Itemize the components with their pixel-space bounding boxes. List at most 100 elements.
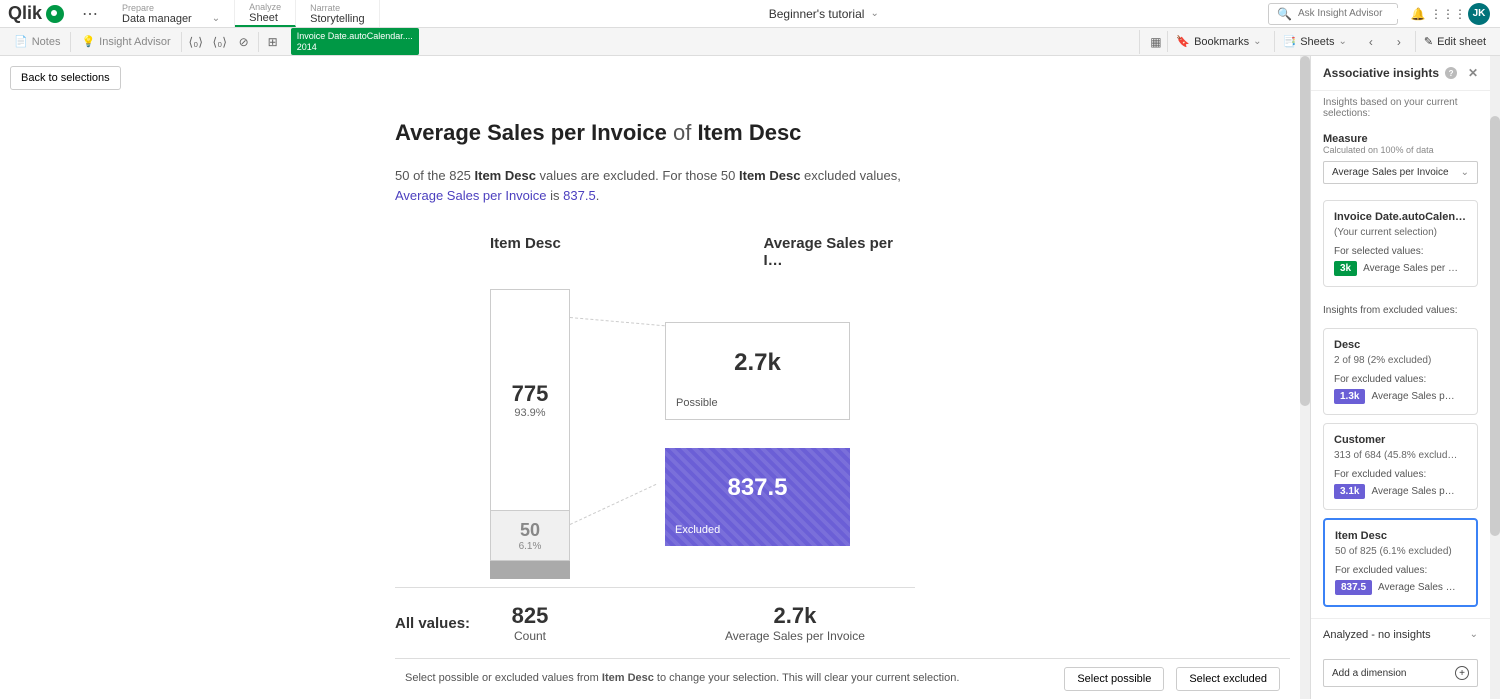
chevron-down-icon: ⌄ [1470, 629, 1478, 641]
tab-label: Analyze [249, 2, 281, 12]
clear-selections-icon[interactable]: ⊘ [232, 30, 256, 54]
bar-percent: 93.9% [514, 407, 545, 419]
tab-analyze[interactable]: Analyze Sheet [235, 0, 296, 27]
logo-text: Qlik [8, 3, 42, 24]
possible-box[interactable]: 2.7k Possible [665, 322, 850, 420]
card-title: Customer [1334, 434, 1467, 446]
sidepanel-scrollbar[interactable] [1490, 56, 1500, 699]
card-for: For excluded values: [1335, 565, 1466, 576]
edit-sheet-button[interactable]: ✎ Edit sheet [1415, 31, 1494, 52]
value: 825 [490, 603, 570, 629]
card-title: Desc [1334, 339, 1467, 351]
chart-header-measure: Average Sales per I… [763, 235, 915, 269]
select-possible-button[interactable]: Select possible [1064, 667, 1164, 691]
tab-prepare[interactable]: Prepare Data manager⌄ [108, 0, 235, 27]
add-label: Add a dimension [1332, 668, 1407, 679]
value-badge: 837.5 [1335, 580, 1372, 595]
insight-card-item-desc[interactable]: Item Desc 50 of 825 (6.1% excluded) For … [1323, 518, 1478, 607]
toolbar: 📄 Notes 💡 Insight Advisor ⟨₀⟩ ⟨₀⟩ ⊘ ⊞ In… [0, 28, 1500, 56]
title-text: Beginner's tutorial [769, 7, 865, 21]
toolbar-right: ▦ 🔖 Bookmarks ⌄ 📑 Sheets ⌄ ‹ › ✎ Edit sh… [1139, 30, 1494, 54]
card-sub: 50 of 825 (6.1% excluded) [1335, 546, 1466, 557]
insight-card-desc[interactable]: Desc 2 of 98 (2% excluded) For excluded … [1323, 328, 1478, 415]
card-sub: 313 of 684 (45.8% exclud… [1334, 450, 1467, 461]
box-value: 2.7k [676, 349, 839, 377]
card-sub: (Your current selection) [1334, 227, 1467, 238]
close-icon[interactable]: ✕ [1468, 66, 1478, 80]
value-badge: 3.1k [1334, 484, 1365, 499]
smart-search-icon[interactable]: ⊞ [261, 30, 285, 54]
footer-text: Select possible or excluded values from … [405, 671, 1052, 686]
insight-card-current[interactable]: Invoice Date.autoCalen… (Your current se… [1323, 200, 1478, 287]
box-label: Excluded [675, 524, 840, 536]
sheets-button[interactable]: 📑 Sheets ⌄ [1274, 31, 1355, 52]
associative-insights-panel: Associative insights ? ✕ Insights based … [1310, 56, 1490, 699]
nav-tabs: Prepare Data manager⌄ Analyze Sheet Narr… [108, 0, 380, 27]
tab-value: Storytelling [310, 13, 364, 25]
excluded-box[interactable]: 837.5 Excluded [665, 448, 850, 546]
avatar[interactable]: JK [1468, 3, 1490, 25]
tab-value: Data manager⌄ [122, 13, 220, 25]
bell-icon[interactable]: 🔔 [1408, 4, 1428, 24]
content-scrollbar[interactable] [1300, 56, 1310, 699]
grid-icon[interactable]: ⋮⋮⋮ [1438, 4, 1458, 24]
add-dimension-button[interactable]: Add a dimension + [1323, 659, 1478, 687]
search-icon: 🔍 [1277, 7, 1292, 21]
app-title[interactable]: Beginner's tutorial ⌄ [380, 7, 1268, 21]
connector-line [570, 317, 665, 326]
analyzed-row[interactable]: Analyzed - no insights ⌄ [1311, 618, 1490, 651]
assets-icon[interactable]: ▦ [1139, 30, 1163, 54]
all-values-row: All values: 825 Count 2.7k Average Sales… [395, 603, 915, 643]
more-icon[interactable]: ⋯ [72, 4, 108, 24]
logo[interactable]: Qlik [0, 3, 72, 24]
all-count: 825 Count [490, 603, 570, 643]
panel-header: Associative insights ? ✕ [1311, 56, 1490, 91]
topbar-right: 🔍 🔔 ⋮⋮⋮ JK [1268, 3, 1500, 25]
page-title: Average Sales per Invoice of Item Desc [395, 120, 1300, 146]
bar-percent: 6.1% [519, 541, 542, 552]
card-for: For excluded values: [1334, 374, 1467, 385]
chevron-down-icon: ⌄ [870, 8, 878, 19]
insight-advisor-button[interactable]: 💡 Insight Advisor [73, 31, 178, 52]
measure-boxes: 2.7k Possible 837.5 Excluded [665, 289, 850, 579]
insight-card-customer[interactable]: Customer 313 of 684 (45.8% exclud… For e… [1323, 423, 1478, 510]
chevron-down-icon: ⌄ [1461, 167, 1469, 178]
back-button[interactable]: Back to selections [10, 66, 121, 90]
dimension-bar: 775 93.9% 50 6.1% [490, 289, 570, 579]
value-badge: 1.3k [1334, 389, 1365, 404]
card-for: For excluded values: [1334, 469, 1467, 480]
analyzed-label: Analyzed - no insights [1323, 629, 1431, 641]
calc-note: Calculated on 100% of data [1323, 145, 1478, 155]
bar-value: 50 [520, 520, 540, 541]
tab-narrate[interactable]: Narrate Storytelling [296, 0, 379, 27]
plus-icon: + [1455, 666, 1469, 680]
content: Back to selections Average Sales per Inv… [0, 56, 1300, 699]
selection-forward-icon[interactable]: ⟨₀⟩ [208, 30, 232, 54]
notes-button[interactable]: 📄 Notes [6, 31, 68, 52]
prev-sheet-icon[interactable]: ‹ [1359, 30, 1383, 54]
bar-base [490, 561, 570, 579]
card-title: Item Desc [1335, 530, 1466, 542]
box-value: 837.5 [675, 474, 840, 502]
measure-dropdown[interactable]: Average Sales per Invoice ⌄ [1323, 161, 1478, 184]
bar-excluded-segment[interactable]: 50 6.1% [490, 511, 570, 561]
help-icon[interactable]: ? [1445, 67, 1457, 79]
measure-section: Measure Calculated on 100% of data Avera… [1311, 125, 1490, 192]
next-sheet-icon[interactable]: › [1387, 30, 1411, 54]
card-metric: Average Sales … [1378, 582, 1466, 593]
all-measure: 2.7k Average Sales per Invoice [725, 603, 865, 643]
measure-label: Measure [1323, 133, 1478, 145]
bar-possible-segment[interactable]: 775 93.9% [490, 289, 570, 511]
card-sub: 2 of 98 (2% excluded) [1334, 355, 1467, 366]
select-excluded-button[interactable]: Select excluded [1176, 667, 1280, 691]
card-metric: Average Sales p… [1371, 391, 1467, 402]
box-label: Possible [676, 397, 839, 409]
selection-back-icon[interactable]: ⟨₀⟩ [184, 30, 208, 54]
card-title: Invoice Date.autoCalen… [1334, 211, 1467, 223]
search-input[interactable]: 🔍 [1268, 3, 1398, 25]
panel-subtitle: Insights based on your current selection… [1311, 91, 1490, 125]
search-field[interactable] [1298, 8, 1398, 19]
selection-chip[interactable]: Invoice Date.autoCalendar.... 2014 [291, 28, 419, 56]
panel-title: Associative insights [1323, 66, 1439, 80]
bookmarks-button[interactable]: 🔖 Bookmarks ⌄ [1167, 31, 1269, 52]
